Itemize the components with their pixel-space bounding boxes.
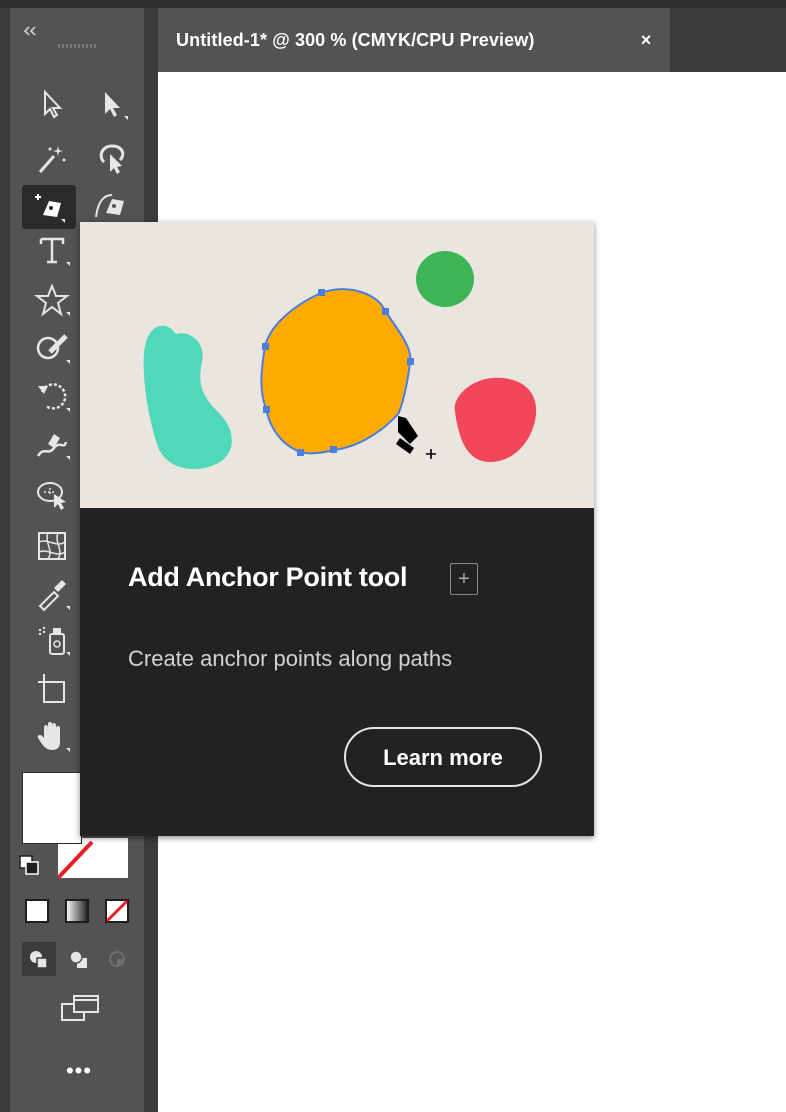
shaper-icon <box>36 334 70 364</box>
eyedropper-icon <box>38 580 70 612</box>
free-transform-icon <box>37 482 66 510</box>
document-tab[interactable]: Untitled-1* @ 300 % (CMYK/CPU Preview) × <box>158 8 670 72</box>
tooltip-description: Create anchor points along paths <box>128 646 453 671</box>
gradient-mode-icon[interactable] <box>64 898 90 924</box>
symbol-sprayer-icon <box>38 626 70 656</box>
pen-cursor-icon <box>396 416 436 459</box>
draw-normal-button[interactable] <box>22 942 56 976</box>
none-stroke-icon <box>58 840 125 878</box>
fill-swatch[interactable] <box>22 772 82 844</box>
green-shape <box>416 251 474 307</box>
none-mode-icon[interactable] <box>104 898 130 924</box>
type-icon <box>39 237 70 266</box>
magic-wand-icon <box>38 146 66 173</box>
selection-tool[interactable] <box>90 84 134 124</box>
direct-selection-icon <box>44 89 63 119</box>
rotate-tool[interactable] <box>30 376 74 416</box>
type-tool[interactable] <box>30 230 74 270</box>
screen-mode-icon[interactable] <box>56 992 106 1028</box>
free-transform-tool[interactable] <box>30 474 74 514</box>
rotate-icon <box>38 383 70 412</box>
add-anchor-point-tool[interactable] <box>22 185 76 229</box>
hand-tool[interactable] <box>30 716 74 756</box>
red-shape <box>454 377 537 462</box>
panel-grip-icon[interactable] <box>58 44 98 48</box>
curvature-tool[interactable] <box>88 185 132 225</box>
stroke-swatch[interactable] <box>58 838 128 878</box>
learn-more-button[interactable]: Learn more <box>344 727 542 787</box>
star-icon <box>34 283 70 317</box>
warp-tool[interactable] <box>30 424 74 464</box>
tooltip-body: Add Anchor Point tool + <box>80 508 594 836</box>
double-chevron-left-icon[interactable] <box>22 26 38 36</box>
curvature-icon <box>95 194 124 218</box>
add-anchor-point-icon <box>35 194 65 223</box>
add-anchor-illustration <box>143 251 537 470</box>
draw-inside-icon <box>109 951 125 967</box>
eyedropper-tool[interactable] <box>30 574 74 614</box>
hand-icon <box>37 722 70 752</box>
default-fill-stroke-icon[interactable] <box>18 854 42 876</box>
draw-behind-button[interactable] <box>62 942 96 976</box>
magic-wand-tool[interactable] <box>30 138 74 178</box>
shaper-tool[interactable] <box>30 328 74 368</box>
artboard-icon <box>38 674 65 703</box>
warp-icon <box>36 434 70 460</box>
edit-toolbar-button[interactable]: ••• <box>54 1060 104 1086</box>
mesh-icon <box>38 532 66 560</box>
draw-normal-icon <box>30 951 48 969</box>
draw-inside-button[interactable] <box>100 942 134 976</box>
top-strip <box>0 0 786 8</box>
mesh-tool[interactable] <box>30 526 74 566</box>
selection-icon <box>105 92 128 120</box>
lasso-tool[interactable] <box>90 138 134 178</box>
tooltip-title: Add Anchor Point tool <box>128 562 408 592</box>
draw-behind-icon <box>69 950 87 968</box>
document-tab-title: Untitled-1* @ 300 % (CMYK/CPU Preview) <box>176 29 535 50</box>
shortcut-key: + <box>450 563 478 595</box>
artboard-tool[interactable] <box>30 668 74 708</box>
color-mode-icon[interactable] <box>24 898 50 924</box>
star-tool[interactable] <box>30 280 74 320</box>
tooltip-illustration <box>80 222 594 508</box>
direct-selection-tool[interactable] <box>30 84 74 124</box>
symbol-sprayer-tool[interactable] <box>30 620 74 660</box>
close-tab-icon[interactable]: × <box>636 28 656 52</box>
teal-shape <box>143 325 232 470</box>
lasso-icon <box>99 144 125 174</box>
